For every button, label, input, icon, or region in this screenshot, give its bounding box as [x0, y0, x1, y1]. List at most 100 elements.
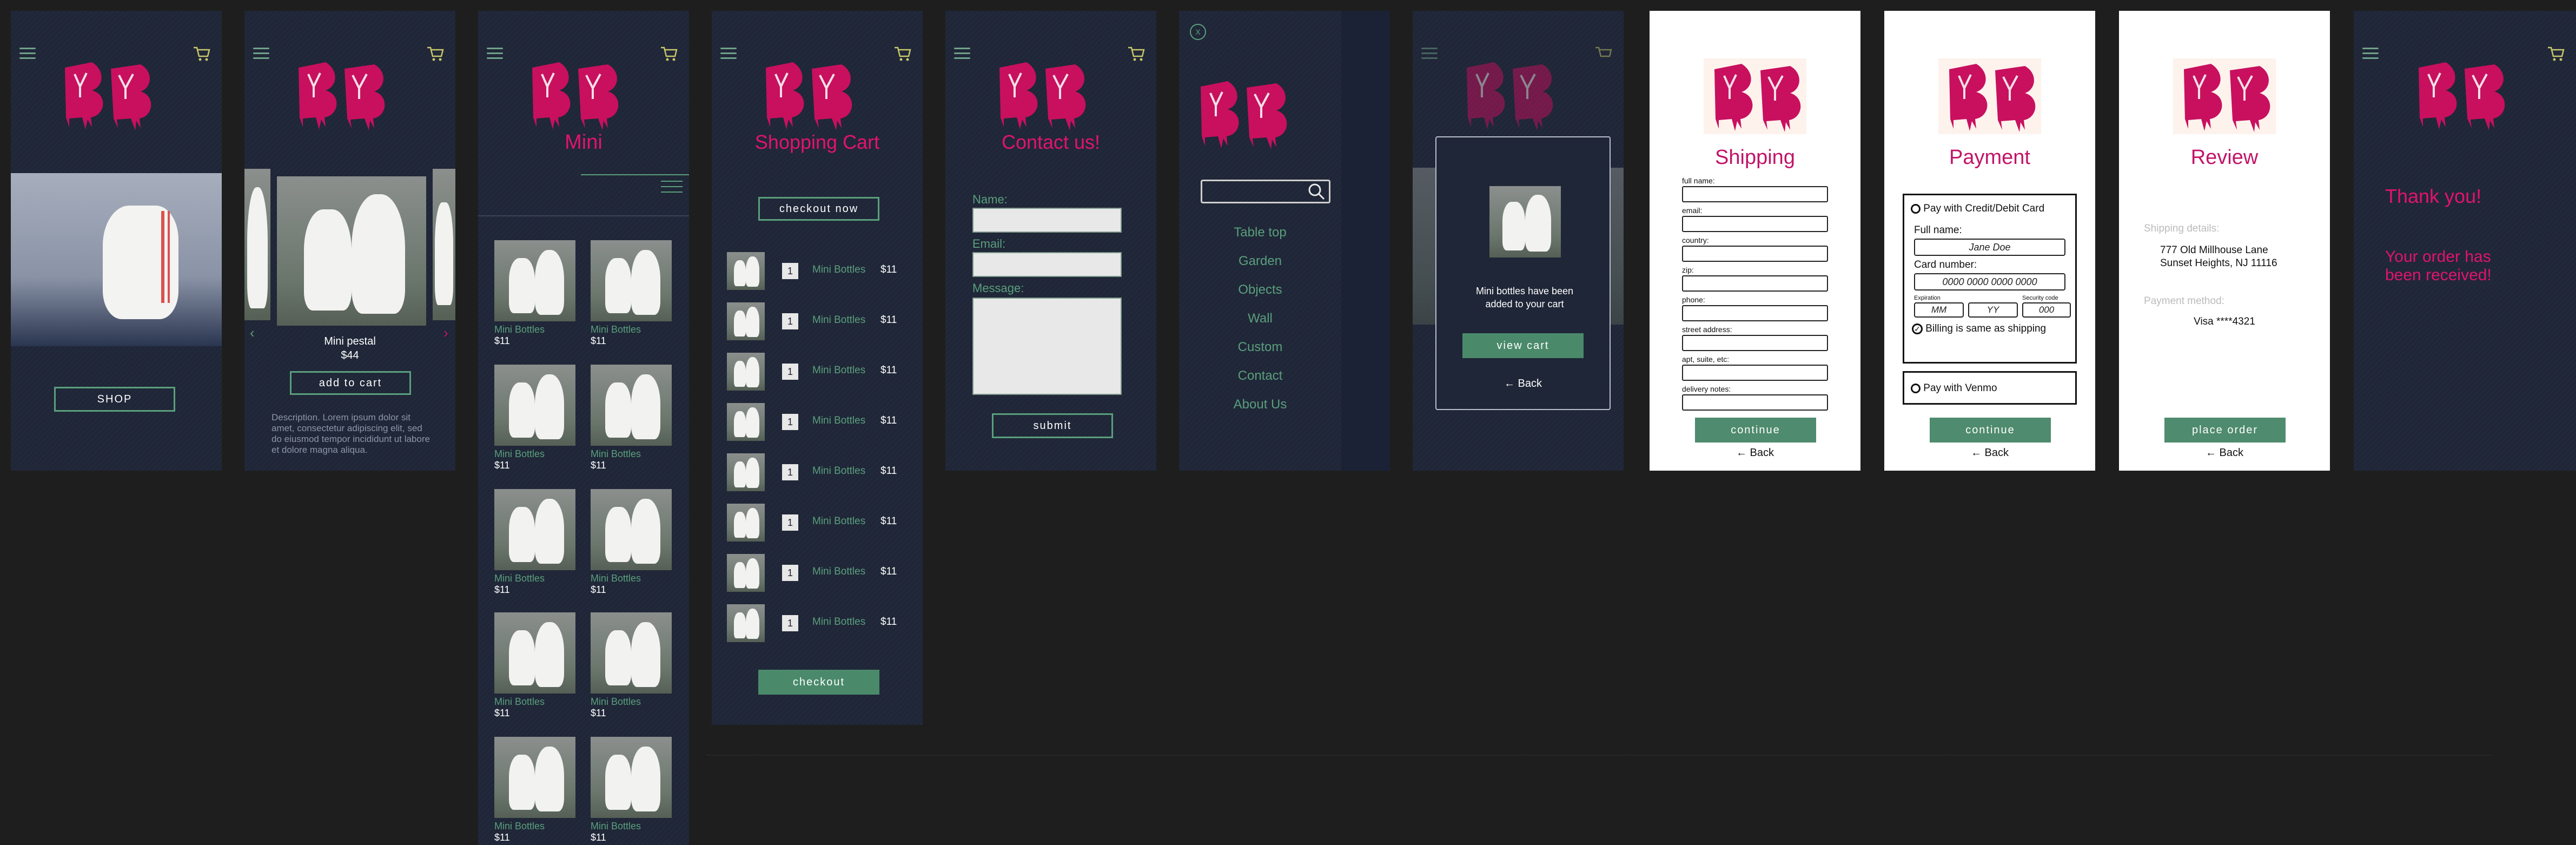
shipping-field-input[interactable]: [1682, 394, 1828, 411]
catalog-item[interactable]: Mini Bottles $11: [494, 365, 575, 471]
product-label[interactable]: Mini Bottles: [591, 448, 672, 460]
shipping-field-input[interactable]: [1682, 186, 1828, 202]
billing-same-checkbox[interactable]: ✓ Billing is same as shipping: [1912, 323, 2046, 335]
security-code-input[interactable]: 000: [2022, 302, 2071, 318]
product-thumbnail[interactable]: [494, 489, 575, 570]
shipping-field-input[interactable]: [1682, 216, 1828, 232]
back-link[interactable]: ← Back: [2119, 447, 2330, 459]
product-thumbnail[interactable]: [494, 365, 575, 446]
shipping-field-input[interactable]: [1682, 246, 1828, 262]
product-label[interactable]: Mini Bottles: [591, 820, 672, 832]
quantity-input[interactable]: 1: [782, 263, 798, 279]
product-label[interactable]: Mini Bottles: [591, 696, 672, 708]
cart-item-name[interactable]: Mini Bottles: [812, 616, 865, 628]
catalog-item[interactable]: Mini Bottles $11: [591, 365, 672, 471]
add-to-cart-button[interactable]: add to cart: [290, 371, 411, 395]
expiration-month-input[interactable]: MM: [1914, 302, 1964, 318]
hamburger-menu-icon[interactable]: [19, 44, 36, 61]
product-thumbnail[interactable]: [591, 612, 672, 694]
quantity-input[interactable]: 1: [782, 514, 798, 531]
menu-item[interactable]: Wall: [1179, 311, 1341, 326]
name-input[interactable]: [972, 208, 1122, 233]
product-thumbnail[interactable]: [591, 240, 672, 321]
product-thumbnail[interactable]: [591, 737, 672, 818]
expiration-year-input[interactable]: YY: [1968, 302, 2018, 318]
product-label[interactable]: Mini Bottles: [494, 696, 575, 708]
check-circle-icon[interactable]: ✓: [1912, 323, 1923, 334]
menu-item[interactable]: Garden: [1179, 254, 1341, 269]
menu-item[interactable]: About Us: [1179, 397, 1341, 412]
shipping-field-input[interactable]: [1682, 305, 1828, 321]
cart-item-name[interactable]: Mini Bottles: [812, 415, 865, 427]
checkout-button[interactable]: checkout: [758, 670, 879, 695]
cart-item-name[interactable]: Mini Bottles: [812, 465, 865, 477]
product-thumbnail[interactable]: [494, 240, 575, 321]
menu-item[interactable]: Custom: [1179, 340, 1341, 355]
product-label[interactable]: Mini Bottles: [494, 324, 575, 335]
menu-item[interactable]: Objects: [1179, 282, 1341, 298]
cart-item-name[interactable]: Mini Bottles: [812, 365, 865, 377]
quantity-input[interactable]: 1: [782, 313, 798, 329]
quantity-input[interactable]: 1: [782, 615, 798, 631]
cart-item-name[interactable]: Mini Bottles: [812, 516, 865, 527]
close-menu-icon[interactable]: X: [1190, 24, 1206, 40]
back-link[interactable]: ← Back: [1884, 447, 2095, 459]
hamburger-menu-icon[interactable]: [954, 44, 970, 61]
venmo-radio-icon[interactable]: [1911, 383, 1921, 393]
shipping-field-input[interactable]: [1682, 335, 1828, 351]
cart-icon[interactable]: [193, 45, 211, 62]
catalog-item[interactable]: Mini Bottles $11: [494, 612, 575, 718]
catalog-item[interactable]: Mini Bottles $11: [494, 240, 575, 346]
cart-item-name[interactable]: Mini Bottles: [812, 566, 865, 578]
product-thumbnail[interactable]: [494, 737, 575, 818]
product-label[interactable]: Mini Bottles: [494, 448, 575, 460]
shop-button[interactable]: SHOP: [54, 387, 175, 412]
back-link[interactable]: ← Back: [1436, 378, 1610, 390]
cart-icon[interactable]: [426, 45, 445, 62]
card-option[interactable]: Pay with Credit/Debit Card: [1911, 203, 2044, 215]
cart-icon[interactable]: [2547, 45, 2565, 62]
message-textarea[interactable]: [972, 298, 1122, 395]
continue-button[interactable]: continue: [1930, 418, 2051, 443]
menu-item[interactable]: Contact: [1179, 368, 1341, 384]
view-cart-button[interactable]: view cart: [1462, 333, 1584, 358]
product-label[interactable]: Mini Bottles: [591, 324, 672, 335]
filter-sliders-icon[interactable]: [661, 176, 683, 196]
catalog-item[interactable]: Mini Bottles $11: [494, 737, 575, 843]
menu-item[interactable]: Table top: [1179, 225, 1341, 240]
card-radio-icon[interactable]: [1911, 203, 1921, 214]
quantity-input[interactable]: 1: [782, 464, 798, 480]
cart-icon[interactable]: [660, 45, 678, 62]
catalog-item[interactable]: Mini Bottles $11: [591, 737, 672, 843]
catalog-item[interactable]: Mini Bottles $11: [591, 489, 672, 595]
hamburger-menu-icon[interactable]: [2362, 44, 2379, 61]
place-order-button[interactable]: place order: [2164, 418, 2286, 443]
shipping-field-input[interactable]: [1682, 365, 1828, 381]
email-input[interactable]: [972, 252, 1122, 277]
search-icon[interactable]: [1307, 182, 1326, 201]
hamburger-menu-icon[interactable]: [487, 44, 503, 61]
quantity-input[interactable]: 1: [782, 414, 798, 430]
product-thumbnail[interactable]: [591, 489, 672, 570]
product-label[interactable]: Mini Bottles: [494, 572, 575, 584]
full-name-input[interactable]: Jane Doe: [1914, 239, 2065, 256]
product-label[interactable]: Mini Bottles: [591, 572, 672, 584]
catalog-item[interactable]: Mini Bottles $11: [591, 612, 672, 718]
cart-icon[interactable]: [893, 45, 912, 62]
quantity-input[interactable]: 1: [782, 565, 798, 581]
card-number-input[interactable]: 0000 0000 0000 0000: [1914, 273, 2065, 291]
cart-item-name[interactable]: Mini Bottles: [812, 314, 865, 326]
continue-button[interactable]: continue: [1695, 418, 1816, 443]
cart-icon[interactable]: [1127, 45, 1145, 62]
cart-item-name[interactable]: Mini Bottles: [812, 264, 865, 276]
catalog-item[interactable]: Mini Bottles $11: [494, 489, 575, 595]
product-thumbnail[interactable]: [591, 365, 672, 446]
product-thumbnail[interactable]: [494, 612, 575, 694]
catalog-item[interactable]: Mini Bottles $11: [591, 240, 672, 346]
shipping-field-input[interactable]: [1682, 275, 1828, 292]
checkout-now-button[interactable]: checkout now: [758, 197, 879, 221]
hamburger-menu-icon[interactable]: [253, 44, 269, 61]
product-label[interactable]: Mini Bottles: [494, 820, 575, 832]
hamburger-menu-icon[interactable]: [720, 44, 737, 61]
venmo-box[interactable]: Pay with Venmo: [1903, 371, 2077, 405]
